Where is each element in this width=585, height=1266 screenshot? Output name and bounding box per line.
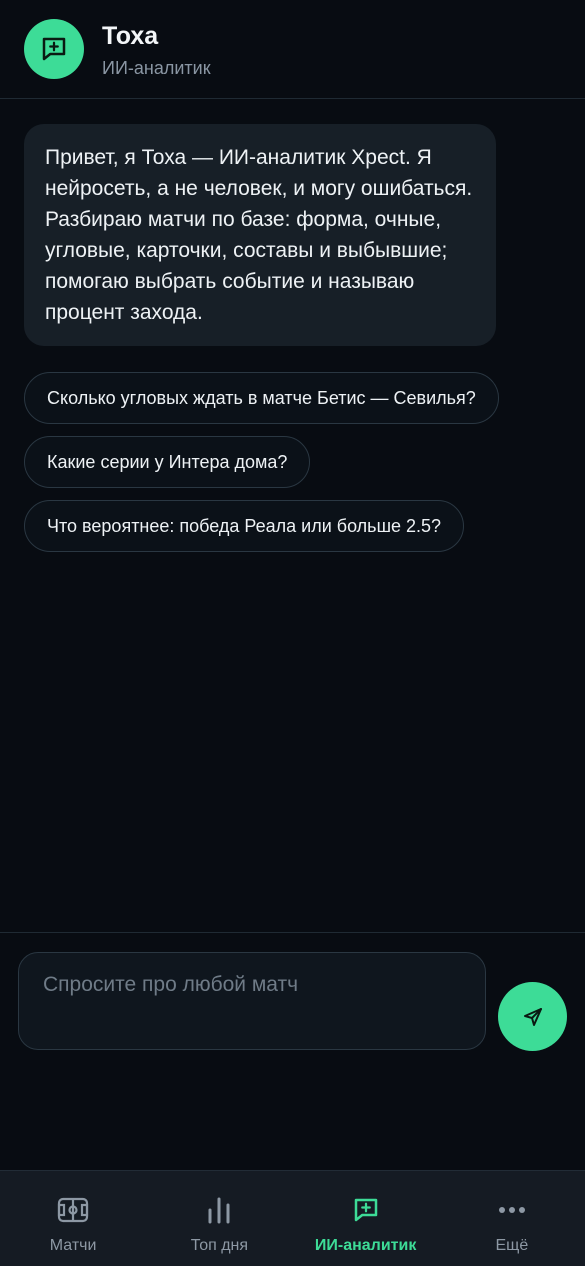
chat-header: Тоха ИИ-аналитик <box>0 0 585 99</box>
suggestion-chip[interactable]: Что вероятнее: победа Реала или больше 2… <box>24 500 465 552</box>
page-subtitle: ИИ-аналитик <box>102 58 211 78</box>
send-icon <box>523 1007 542 1026</box>
chat-sparkle-icon <box>354 1198 377 1222</box>
nav-label: Ещё <box>495 1237 529 1254</box>
assistant-avatar <box>24 19 84 79</box>
nav-item-matches[interactable]: Матчи <box>0 1171 146 1266</box>
nav-item-ai-analyst[interactable]: ИИ-аналитик <box>293 1171 439 1266</box>
bottom-navigation: Матчи Топ дня ИИ-аналитик Ещё <box>0 1170 585 1266</box>
nav-item-top-day[interactable]: Топ дня <box>146 1171 292 1266</box>
message-input[interactable] <box>18 952 486 1050</box>
nav-label: Топ дня <box>190 1237 249 1254</box>
suggestion-chip[interactable]: Какие серии у Интера дома? <box>24 436 311 488</box>
bar-chart-icon <box>208 1197 230 1224</box>
page-title: Тоха <box>102 22 159 50</box>
nav-label: ИИ-аналитик <box>314 1237 417 1254</box>
send-button[interactable] <box>498 982 567 1051</box>
assistant-message: Привет, я Тоха — ИИ-аналитик Xpect. Я не… <box>24 124 496 346</box>
app-root: Тоха ИИ-аналитик Привет, я Тоха — ИИ-ана… <box>0 0 585 1266</box>
nav-item-more[interactable]: Ещё <box>439 1171 585 1266</box>
message-composer <box>0 932 585 1170</box>
chat-area: Привет, я Тоха — ИИ-аналитик Xpect. Я не… <box>0 100 585 932</box>
nav-label: Матчи <box>49 1237 97 1254</box>
more-dots-icon <box>498 1207 525 1213</box>
chat-sparkle-icon <box>42 37 66 61</box>
field-icon <box>58 1197 89 1223</box>
suggestion-chip[interactable]: Сколько угловых ждать в матче Бетис — Се… <box>24 372 499 424</box>
